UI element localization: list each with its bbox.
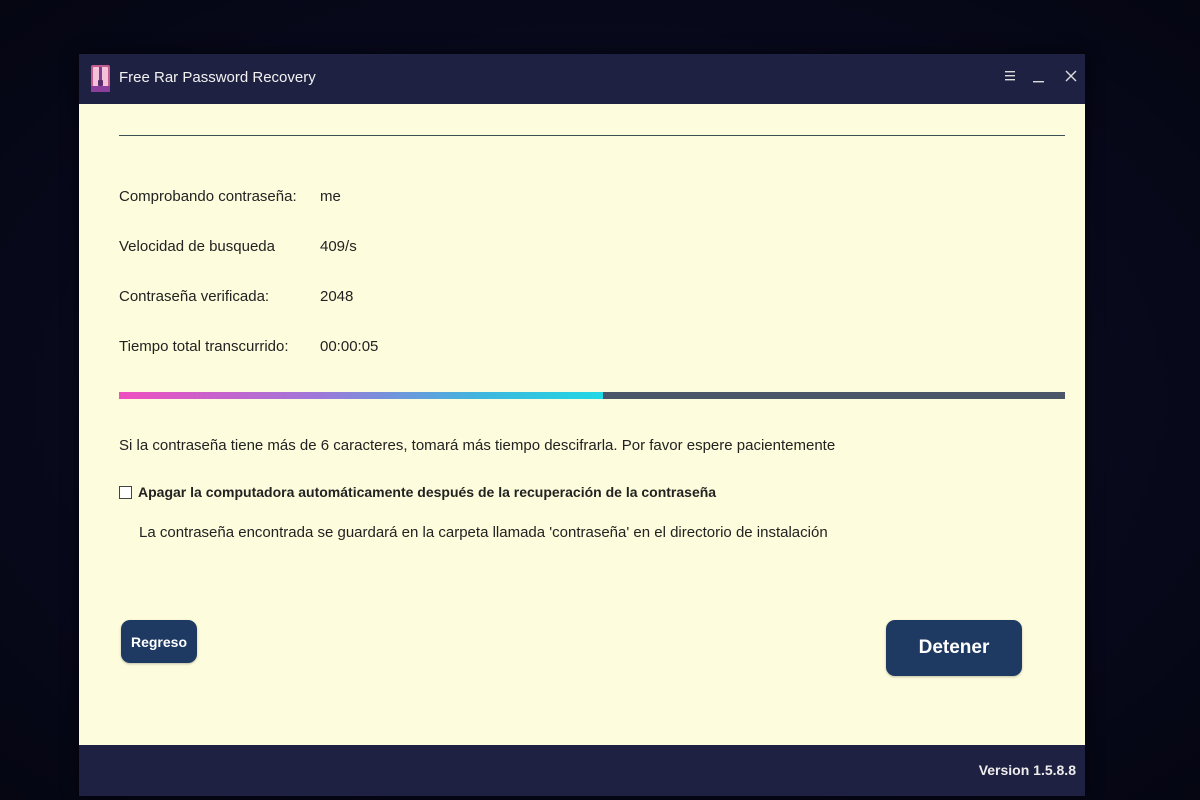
- content-divider: [119, 135, 1065, 136]
- elapsed-time-value: 00:00:05: [320, 338, 379, 355]
- long-password-hint: Si la contraseña tiene más de 6 caracter…: [119, 437, 836, 454]
- search-speed-value: 409/s: [320, 238, 357, 255]
- app-window: Free Rar Password Recovery Comprobando c…: [79, 54, 1085, 796]
- window-title: Free Rar Password Recovery: [119, 69, 316, 86]
- shutdown-label[interactable]: Apagar la computadora automáticamente de…: [138, 484, 716, 500]
- version-label: Version 1.5.8.8: [978, 762, 1076, 778]
- title-bar[interactable]: Free Rar Password Recovery: [79, 54, 1085, 104]
- status-footer: Version 1.5.8.8: [79, 745, 1085, 796]
- checking-password-label: Comprobando contraseña:: [119, 188, 297, 205]
- hamburger-menu-icon[interactable]: [1000, 66, 1020, 88]
- verified-passwords-value: 2048: [320, 288, 354, 305]
- save-location-note: La contraseña encontrada se guardará en …: [139, 524, 828, 541]
- back-button[interactable]: Regreso: [121, 620, 197, 663]
- progress-bar: [119, 392, 1065, 399]
- minimize-icon[interactable]: [1029, 66, 1049, 88]
- rar-archive-icon: [91, 65, 110, 92]
- elapsed-time-label: Tiempo total transcurrido:: [119, 338, 289, 355]
- progress-bar-fill: [119, 392, 604, 399]
- checking-password-value: me: [320, 188, 341, 205]
- search-speed-label: Velocidad de busqueda: [119, 238, 275, 255]
- shutdown-option[interactable]: Apagar la computadora automáticamente de…: [119, 483, 716, 501]
- shutdown-checkbox[interactable]: [119, 485, 132, 499]
- close-icon[interactable]: [1061, 66, 1081, 88]
- desktop-background: Free Rar Password Recovery Comprobando c…: [0, 0, 1200, 800]
- verified-passwords-label: Contraseña verificada:: [119, 288, 270, 305]
- stop-button[interactable]: Detener: [886, 620, 1022, 676]
